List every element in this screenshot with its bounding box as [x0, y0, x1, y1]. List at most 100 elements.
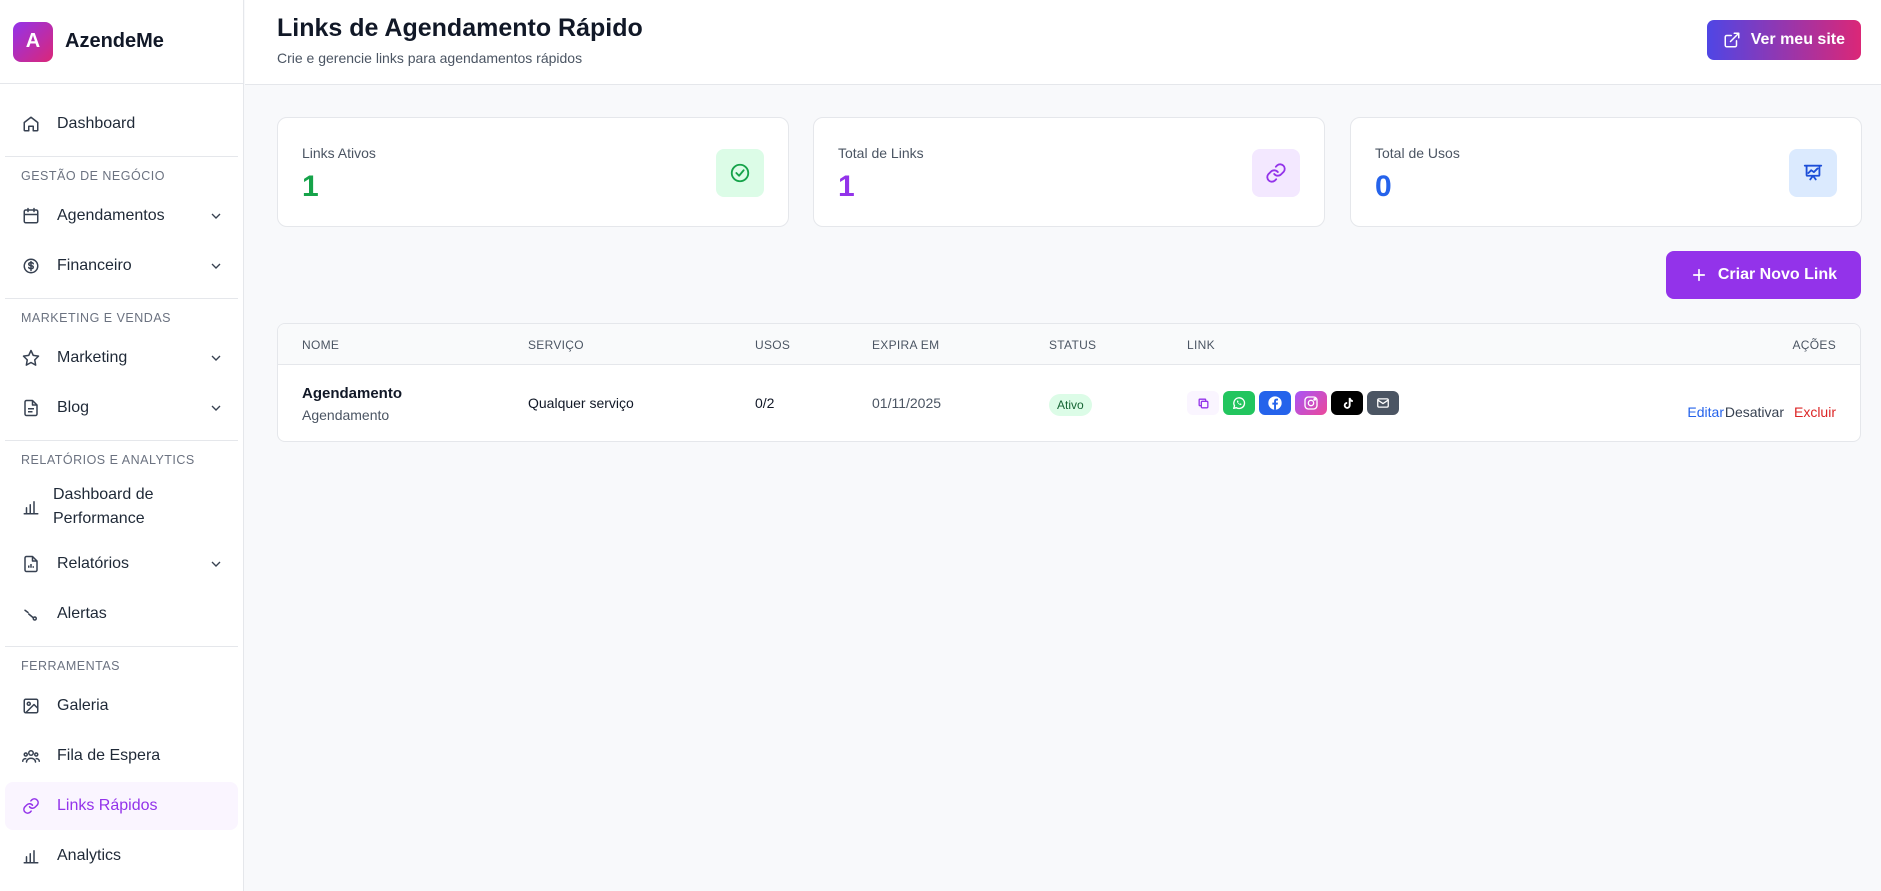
- bell-off-icon: [21, 604, 41, 624]
- stat-value: 1: [302, 170, 319, 203]
- report-icon: [21, 554, 41, 574]
- check-circle-icon: [716, 149, 764, 197]
- sidebar-item-financeiro[interactable]: Financeiro: [5, 242, 238, 290]
- sidebar-item-agendamentos[interactable]: Agendamentos: [5, 192, 238, 240]
- sidebar-item-label: Links Rápidos: [57, 797, 158, 814]
- create-link-label: Criar Novo Link: [1717, 266, 1837, 283]
- brand-logo: A: [13, 21, 53, 62]
- deactivate-link-button[interactable]: Desativar: [1725, 404, 1784, 420]
- section-heading-marketing: MARKETING E VENDAS: [5, 298, 238, 332]
- section-heading-relatorios: RELATÓRIOS E ANALYTICS: [5, 440, 238, 474]
- bar-chart-icon: [21, 497, 41, 517]
- link-uses: 0/2: [755, 395, 775, 411]
- stat-card-total-links: Total de Links 1: [813, 117, 1325, 227]
- sidebar-item-links-rapidos[interactable]: Links Rápidos: [5, 782, 238, 830]
- dollar-circle-icon: [21, 256, 41, 276]
- sidebar: A AzendeMe Dashboard GESTÃO DE NEGÓCIO A…: [0, 0, 244, 891]
- sidebar-item-label: Dashboard: [57, 115, 136, 132]
- chevron-down-icon: [211, 213, 221, 219]
- link-icon: [21, 796, 41, 816]
- delete-link-button[interactable]: Excluir: [1794, 404, 1836, 420]
- plus-icon: [1692, 268, 1705, 282]
- brand-name: AzendeMe: [65, 30, 164, 52]
- sidebar-item-marketing[interactable]: Marketing: [5, 334, 238, 382]
- section-heading-gestao: GESTÃO DE NEGÓCIO: [5, 156, 238, 190]
- home-icon: [21, 114, 41, 134]
- share-facebook-button[interactable]: [1259, 391, 1291, 415]
- users-icon: [21, 746, 41, 766]
- link-name: Agendamento: [302, 385, 403, 402]
- calendar-icon: [21, 206, 41, 226]
- link-icon: [1252, 149, 1300, 197]
- instagram-icon: [1304, 396, 1318, 410]
- table-header: NOME SERVIÇO USOS EXPIRA EM STATUS LINK …: [278, 324, 1860, 365]
- sidebar-item-label: Analytics: [57, 847, 122, 864]
- stat-card-active-links: Links Ativos 1: [277, 117, 789, 227]
- sidebar-item-label: Alertas: [57, 605, 107, 622]
- view-site-label: Ver meu site: [1750, 31, 1845, 48]
- share-tiktok-button[interactable]: [1331, 391, 1363, 415]
- email-icon: [1377, 398, 1389, 408]
- sidebar-item-analytics[interactable]: Analytics: [5, 832, 238, 880]
- presentation-chart-icon: [1789, 149, 1837, 197]
- copy-icon: [1198, 398, 1208, 408]
- view-site-button[interactable]: Ver meu site: [1706, 20, 1861, 60]
- links-table: NOME SERVIÇO USOS EXPIRA EM STATUS LINK …: [277, 323, 1861, 442]
- sidebar-nav: Dashboard GESTÃO DE NEGÓCIO Agendamentos…: [0, 84, 243, 880]
- sidebar-item-label: Agendamentos: [57, 207, 165, 224]
- column-header-uses: USOS: [755, 338, 791, 352]
- chevron-down-icon: [211, 263, 221, 269]
- page-title: Links de Agendamento Rápido: [277, 14, 643, 42]
- image-icon: [21, 696, 41, 716]
- tiktok-icon: [1343, 397, 1353, 409]
- external-link-icon: [1724, 32, 1740, 48]
- sidebar-item-alertas[interactable]: Alertas: [5, 590, 238, 638]
- sidebar-item-label: Fila de Espera: [57, 747, 161, 764]
- stat-value: 0: [1375, 170, 1392, 203]
- status-badge: Ativo: [1049, 394, 1092, 416]
- column-header-status: STATUS: [1049, 338, 1097, 352]
- column-header-link: LINK: [1187, 338, 1215, 352]
- facebook-icon: [1268, 396, 1282, 410]
- table-row: Agendamento Agendamento Qualquer serviço…: [278, 365, 1860, 441]
- section-heading-ferramentas: FERRAMENTAS: [5, 646, 238, 680]
- column-header-actions: AÇÕES: [1792, 338, 1836, 352]
- stat-card-total-uses: Total de Usos 0: [1350, 117, 1862, 227]
- sidebar-item-label: Dashboard de Performance: [53, 486, 154, 527]
- link-service: Qualquer serviço: [528, 395, 634, 411]
- sidebar-item-dashboard[interactable]: Dashboard: [5, 100, 238, 148]
- link-subname: Agendamento: [302, 407, 390, 423]
- sidebar-item-relatorios[interactable]: Relatórios: [5, 540, 238, 588]
- sidebar-item-label: Relatórios: [57, 555, 130, 572]
- link-expires: 01/11/2025: [872, 395, 942, 411]
- sidebar-item-fila-espera[interactable]: Fila de Espera: [5, 732, 238, 780]
- analytics-icon: [21, 846, 41, 866]
- sidebar-item-dashboard-performance[interactable]: Dashboard de Performance: [5, 476, 238, 538]
- sidebar-item-label: Galeria: [57, 697, 109, 714]
- stat-value: 1: [838, 170, 855, 203]
- chevron-down-icon: [211, 405, 221, 411]
- document-icon: [21, 398, 41, 418]
- page-header: Links de Agendamento Rápido Crie e geren…: [245, 0, 1881, 85]
- share-email-button[interactable]: [1367, 391, 1399, 415]
- edit-link-button[interactable]: Editar: [1687, 404, 1724, 420]
- star-icon: [21, 348, 41, 368]
- sidebar-item-blog[interactable]: Blog: [5, 384, 238, 432]
- create-link-button[interactable]: Criar Novo Link: [1665, 251, 1861, 299]
- stat-label: Links Ativos: [302, 145, 376, 161]
- sidebar-item-label: Marketing: [57, 349, 128, 366]
- copy-link-button[interactable]: [1187, 391, 1219, 415]
- column-header-service: SERVIÇO: [528, 338, 584, 352]
- share-instagram-button[interactable]: [1295, 391, 1327, 415]
- whatsapp-icon: [1233, 397, 1246, 410]
- stat-label: Total de Links: [838, 145, 924, 161]
- stat-label: Total de Usos: [1375, 145, 1460, 161]
- sidebar-item-galeria[interactable]: Galeria: [5, 682, 238, 730]
- share-whatsapp-button[interactable]: [1223, 391, 1255, 415]
- chevron-down-icon: [211, 355, 221, 361]
- column-header-name: NOME: [302, 338, 340, 352]
- brand[interactable]: A AzendeMe: [0, 0, 243, 84]
- column-header-expires: EXPIRA EM: [872, 338, 940, 352]
- page-subtitle: Crie e gerencie links para agendamentos …: [277, 50, 583, 66]
- sidebar-item-label: Blog: [57, 399, 90, 416]
